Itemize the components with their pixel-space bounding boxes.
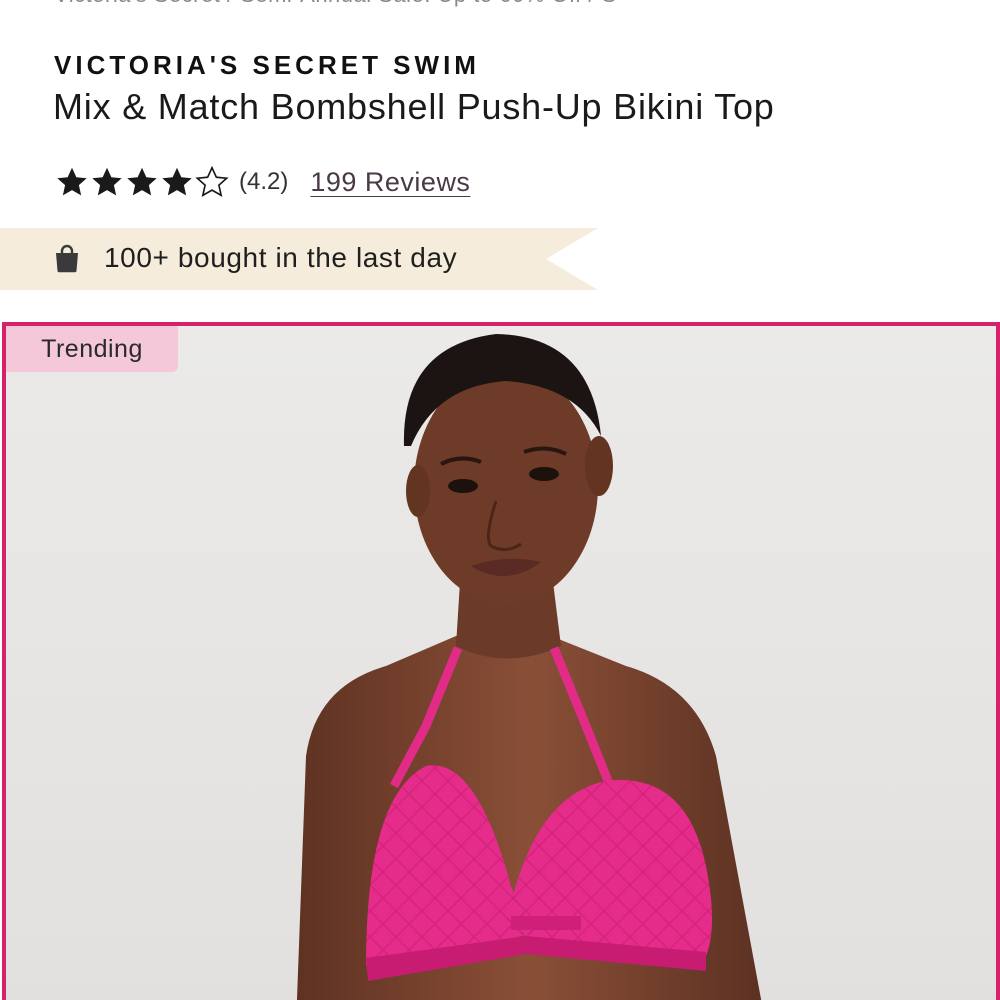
star-rating[interactable] (54, 164, 229, 200)
star-filled-icon (92, 167, 122, 196)
star-filled-icon (57, 167, 87, 196)
product-image[interactable]: Trending (2, 322, 1000, 1000)
trending-badge: Trending (6, 326, 178, 372)
star-empty-icon (195, 165, 229, 197)
breadcrumb[interactable]: Victoria's Secret / Semi-Annual Sale: Up… (54, 0, 617, 8)
brand-name[interactable]: VICTORIA'S SECRET SWIM (54, 50, 480, 81)
reviews-link[interactable]: 199 Reviews (310, 167, 470, 198)
star-filled-icon (162, 167, 192, 196)
star-filled-icon (127, 167, 157, 196)
shopping-bag-icon (56, 244, 78, 273)
model-photo (6, 326, 996, 1000)
purchase-activity-banner: 100+ bought in the last day (0, 228, 600, 290)
product-title: Mix & Match Bombshell Push-Up Bikini Top (53, 86, 775, 127)
product-page: Victoria's Secret / Semi-Annual Sale: Up… (0, 0, 1000, 1000)
banner-text: 100+ bought in the last day (104, 242, 458, 273)
rating-row: (4.2) 199 Reviews (54, 160, 470, 204)
rating-value: (4.2) (239, 168, 289, 195)
